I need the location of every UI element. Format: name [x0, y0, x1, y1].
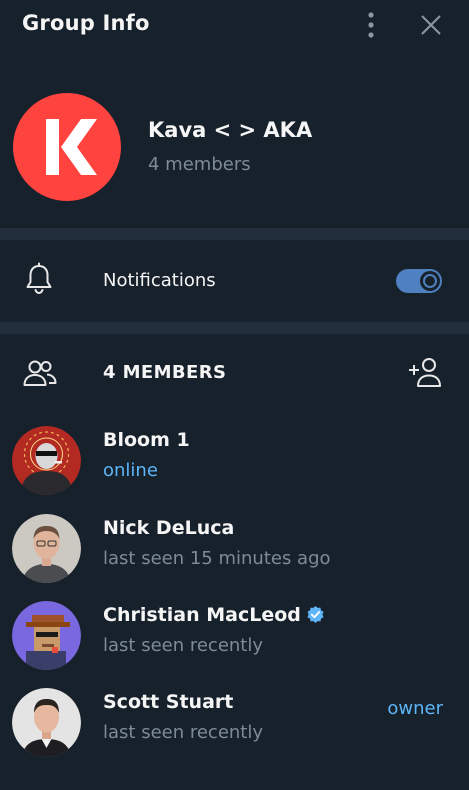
panel-header: Group Info: [0, 0, 469, 52]
group-name: Kava < > AKA: [148, 118, 313, 142]
notifications-label: Notifications: [103, 270, 216, 291]
section-divider: [0, 228, 469, 240]
member-name-text: Christian MacLeod: [103, 604, 301, 626]
notifications-row[interactable]: Notifications: [0, 240, 469, 322]
member-status: last seen 15 minutes ago: [103, 548, 331, 569]
more-vertical-icon[interactable]: [358, 10, 384, 42]
member-status: online: [103, 460, 158, 481]
verified-badge-icon: [306, 605, 325, 629]
member-item[interactable]: Scott Stuart owner last seen recently: [0, 688, 469, 775]
member-item[interactable]: Christian MacLeod last seen recently: [0, 601, 469, 688]
members-count-label: 4 MEMBERS: [103, 362, 227, 383]
member-status: last seen recently: [103, 722, 264, 743]
member-role-badge: owner: [387, 698, 443, 719]
kava-logo-icon: [46, 119, 97, 175]
member-name: Nick DeLuca: [103, 517, 235, 539]
member-name: Scott Stuart: [103, 691, 234, 713]
member-item[interactable]: Bloom 1 online: [0, 426, 469, 513]
avatar: [12, 601, 81, 670]
member-name: Bloom 1: [103, 429, 190, 451]
member-status: last seen recently: [103, 635, 264, 656]
group-member-count: 4 members: [148, 154, 251, 175]
group-avatar[interactable]: [13, 93, 121, 201]
notifications-toggle[interactable]: [396, 269, 442, 293]
group-profile: Kava < > AKA 4 members: [0, 52, 469, 228]
close-icon[interactable]: [416, 10, 446, 40]
panel-title: Group Info: [22, 11, 150, 35]
avatar: [12, 688, 81, 757]
members-section-header: 4 MEMBERS: [0, 334, 469, 410]
people-icon: [22, 358, 58, 392]
member-name: Christian MacLeod: [103, 604, 325, 629]
add-member-icon[interactable]: [405, 356, 443, 392]
bell-icon: [24, 262, 54, 300]
avatar: [12, 426, 81, 495]
toggle-knob: [420, 271, 440, 291]
avatar: [12, 514, 81, 583]
member-item[interactable]: Nick DeLuca last seen 15 minutes ago: [0, 514, 469, 601]
section-divider: [0, 322, 469, 334]
